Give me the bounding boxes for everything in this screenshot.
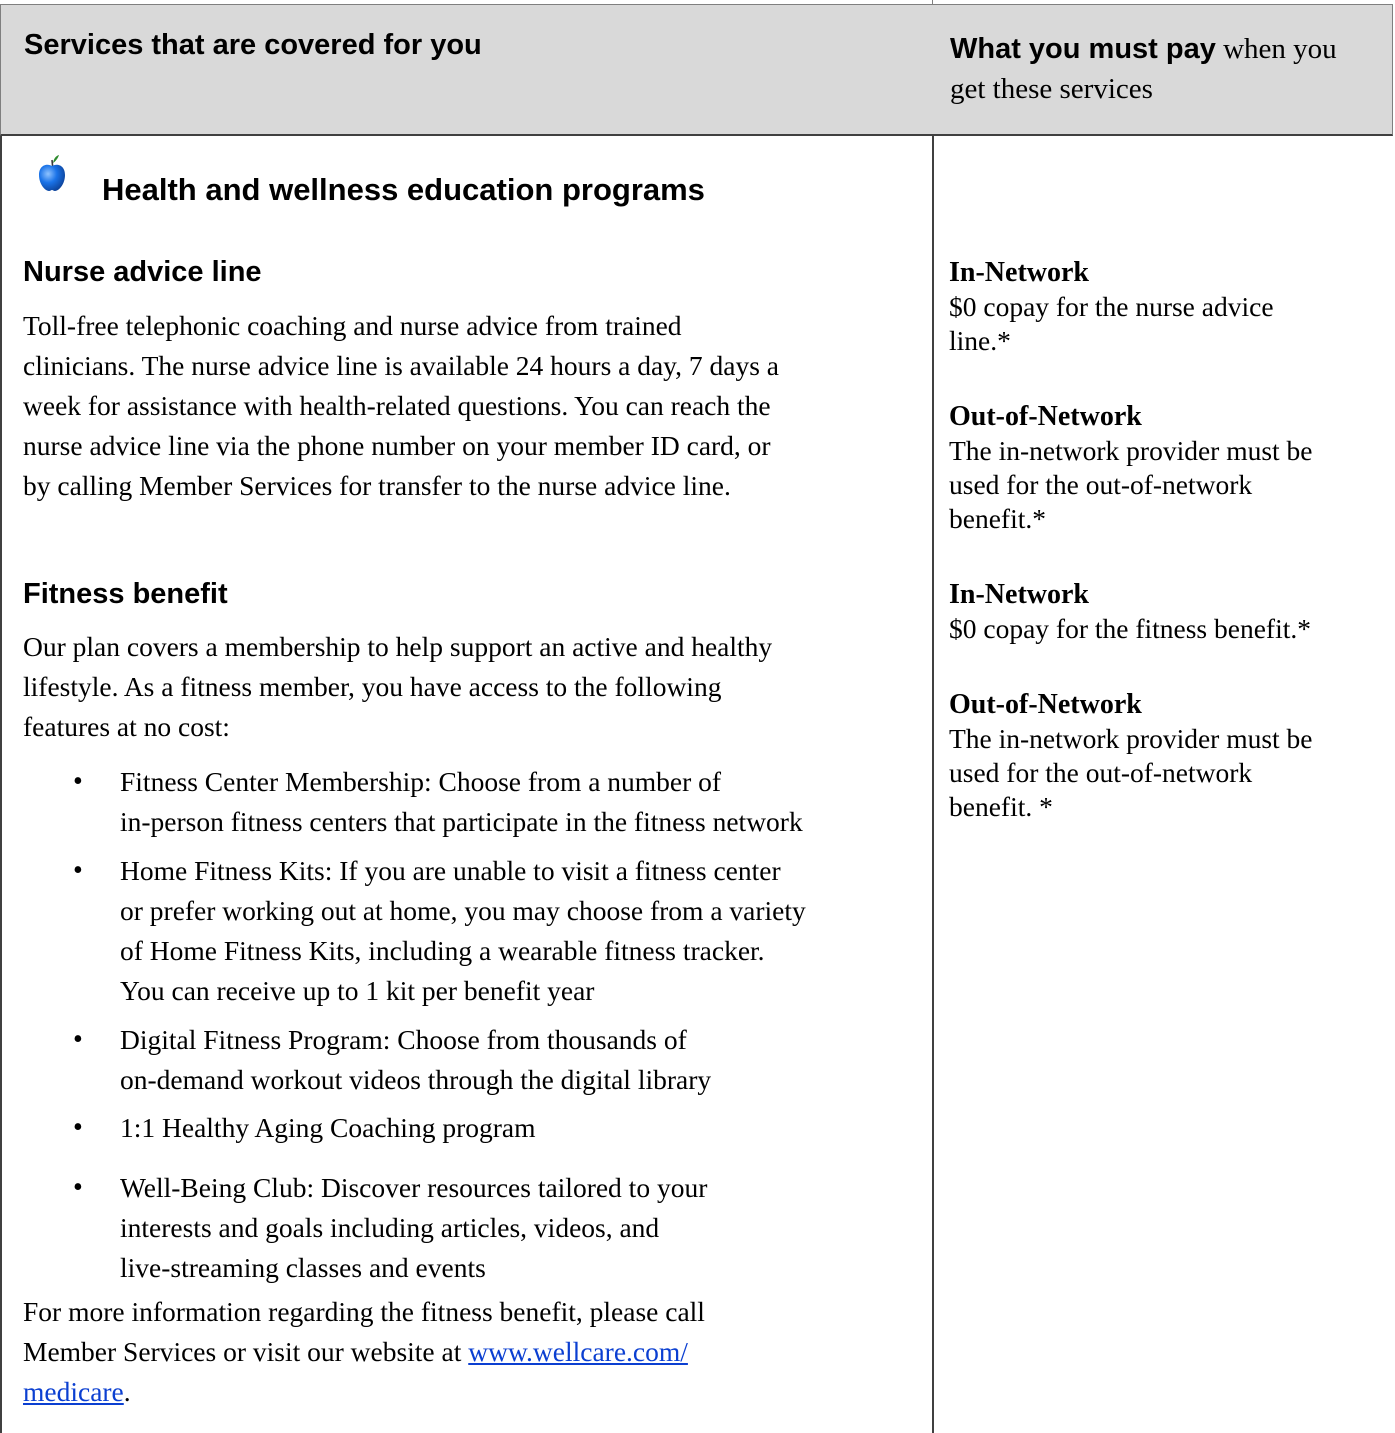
more-info-line: Member Services or visit our website at … xyxy=(23,1332,923,1372)
bullet-healthy-aging: 1:1 Healthy Aging Coaching program xyxy=(120,1108,925,1148)
bullet-line: interests and goals including articles, … xyxy=(120,1212,660,1243)
bullet-line: live-streaming classes and events xyxy=(120,1252,486,1283)
out-network-label: Out-of-Network xyxy=(949,401,1142,432)
nurse-advice-description: Toll-free telephonic coaching and nurse … xyxy=(23,306,923,506)
in-network-cost: $0 copay for the nurse advice xyxy=(949,291,1274,322)
bullet-dot: • xyxy=(73,1172,83,1203)
fitness-intro-line: Our plan covers a membership to help sup… xyxy=(23,631,773,662)
header-services-covered: Services that are covered for you xyxy=(24,29,482,61)
more-info-line: For more information regarding the fitne… xyxy=(23,1296,705,1327)
out-network-cost: benefit.* xyxy=(949,503,1046,534)
table-column-divider xyxy=(932,136,934,1433)
out-network-cost: The in-network provider must be xyxy=(949,723,1313,754)
bullet-line: Fitness Center Membership: Choose from a… xyxy=(120,766,722,797)
nurse-out-network: Out-of-Network The in-network provider m… xyxy=(949,400,1389,536)
out-network-label: Out-of-Network xyxy=(949,689,1142,720)
in-network-cost: line.* xyxy=(949,325,1011,356)
fitness-more-info: For more information regarding the fitne… xyxy=(23,1292,923,1412)
bullet-well-being-club: Well-Being Club: Discover resources tail… xyxy=(120,1168,925,1288)
fitness-benefit-title: Fitness benefit xyxy=(23,578,228,610)
in-network-label: In-Network xyxy=(949,579,1089,610)
fitness-intro-line: features at no cost: xyxy=(23,711,230,742)
apple-icon xyxy=(39,155,65,191)
section-title: Health and wellness education programs xyxy=(102,172,705,207)
wellcare-link[interactable]: www.wellcare.com/ xyxy=(468,1336,688,1367)
bullet-line: of Home Fitness Kits, including a wearab… xyxy=(120,935,765,966)
nurse-in-network: In-Network $0 copay for the nurse advice… xyxy=(949,256,1389,358)
bullet-digital-fitness: Digital Fitness Program: Choose from tho… xyxy=(120,1020,925,1100)
bullet-home-fitness-kits: Home Fitness Kits: If you are unable to … xyxy=(120,851,925,1011)
table-left-border xyxy=(0,136,2,1433)
bullet-line: on-demand workout videos through the dig… xyxy=(120,1064,712,1095)
bullet-line: You can receive up to 1 kit per benefit … xyxy=(120,975,595,1006)
header-what-you-pay: What you must pay when you get these ser… xyxy=(950,29,1370,109)
more-info-text: Member Services or visit our website at xyxy=(23,1336,469,1367)
in-network-cost: $0 copay for the fitness benefit.* xyxy=(949,613,1311,644)
bullet-line: 1:1 Healthy Aging Coaching program xyxy=(120,1112,536,1143)
bullet-line: Well-Being Club: Discover resources tail… xyxy=(120,1172,708,1203)
bullet-dot: • xyxy=(73,1112,83,1143)
bullet-line: or prefer working out at home, you may c… xyxy=(120,895,806,926)
nurse-line: by calling Member Services for transfer … xyxy=(23,470,731,501)
more-info-period: . xyxy=(123,1376,131,1407)
nurse-line: Toll-free telephonic coaching and nurse … xyxy=(23,310,682,341)
bullet-line: Digital Fitness Program: Choose from tho… xyxy=(120,1024,687,1055)
out-network-cost: The in-network provider must be xyxy=(949,435,1313,466)
bullet-dot: • xyxy=(73,766,83,797)
bullet-fitness-center: Fitness Center Membership: Choose from a… xyxy=(120,762,925,842)
in-network-label: In-Network xyxy=(949,257,1089,288)
more-info-line: medicare. xyxy=(23,1372,923,1412)
nurse-line: week for assistance with health-related … xyxy=(23,390,771,421)
out-network-cost: benefit. * xyxy=(949,791,1053,822)
bullet-dot: • xyxy=(73,855,83,886)
benefits-page: Services that are covered for you What y… xyxy=(0,0,1395,1433)
bullet-line: in-person fitness centers that participa… xyxy=(120,806,803,837)
bullet-dot: • xyxy=(73,1024,83,1055)
nurse-advice-title: Nurse advice line xyxy=(23,256,262,288)
fitness-in-network: In-Network $0 copay for the fitness bene… xyxy=(949,578,1389,646)
wellcare-link-continued[interactable]: medicare xyxy=(23,1376,124,1407)
fitness-out-network: Out-of-Network The in-network provider m… xyxy=(949,688,1389,824)
fitness-intro: Our plan covers a membership to help sup… xyxy=(23,627,923,747)
fitness-intro-line: lifestyle. As a fitness member, you have… xyxy=(23,671,722,702)
nurse-line: nurse advice line via the phone number o… xyxy=(23,430,771,461)
out-network-cost: used for the out-of-network xyxy=(949,469,1253,500)
out-network-cost: used for the out-of-network xyxy=(949,757,1253,788)
nurse-line: clinicians. The nurse advice line is ava… xyxy=(23,350,780,381)
header-what-you-pay-bold: What you must pay xyxy=(950,33,1216,65)
bullet-line: Home Fitness Kits: If you are unable to … xyxy=(120,855,781,886)
table-header: Services that are covered for you What y… xyxy=(0,4,1393,136)
